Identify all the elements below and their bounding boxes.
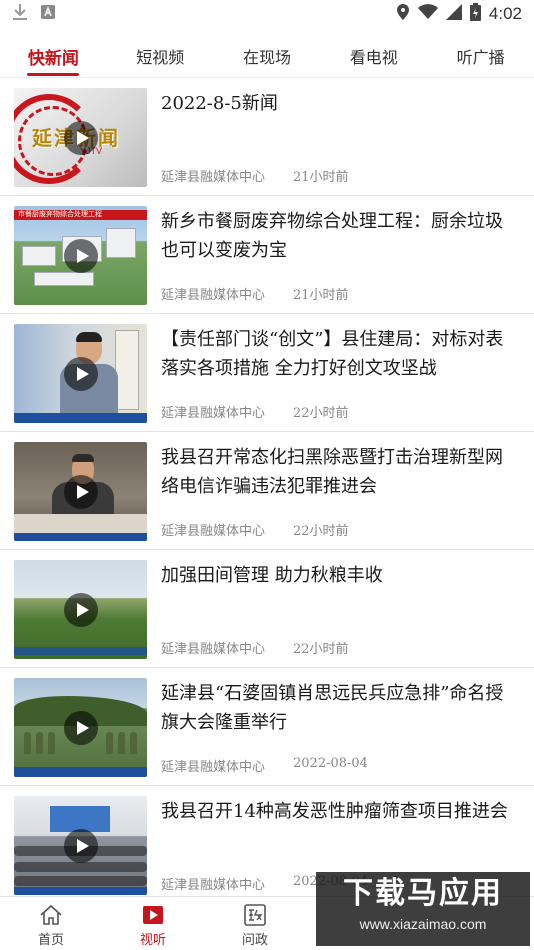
news-item[interactable]: 延津新闻 YJTV 2022-8-5新闻 延津县融媒体中心 21小时前 [0, 78, 534, 196]
clock: 4:02 [488, 4, 522, 23]
news-time: 22小时前 [293, 524, 349, 539]
watermark-url: www.xiazaimao.com [359, 916, 487, 932]
news-time: 22小时前 [293, 642, 349, 657]
nav-home-label: 首页 [37, 933, 64, 948]
tab-ting-guangbo[interactable]: 听广播 [427, 28, 534, 78]
nav-video-label: 视听 [139, 933, 166, 948]
news-thumbnail [14, 796, 147, 895]
signal-icon [445, 3, 462, 25]
news-title[interactable]: 延津县“石婆固镇肖思远民兵应急排”命名授旗大会隆重举行 [161, 678, 520, 748]
news-item[interactable]: 【责任部门谈“创文”】县住建局：对标对表落实各项措施 全力打好创文攻坚战 延津县… [0, 314, 534, 432]
news-title[interactable]: 我县召开常态化扫黑除恶暨打击治理新型网络电信诈骗违法犯罪推进会 [161, 442, 520, 512]
news-source: 延津县融媒体中心 [161, 170, 266, 185]
status-bar: 4:02 [0, 0, 534, 28]
news-thumbnail [14, 324, 147, 423]
play-icon[interactable] [63, 356, 98, 391]
battery-icon [469, 2, 481, 26]
tab-kuai-xinwen[interactable]: 快新闻 [0, 28, 107, 78]
news-title[interactable]: 新乡市餐厨废弃物综合处理工程：厨余垃圾也可以变废为宝 [161, 206, 520, 276]
watermark: 下载马应用 www.xiazaimao.com [316, 872, 530, 946]
news-source: 延津县融媒体中心 [161, 642, 266, 657]
wifi-icon [417, 3, 438, 25]
play-icon[interactable] [63, 592, 98, 627]
news-time: 22小时前 [293, 406, 349, 421]
play-icon[interactable] [63, 120, 98, 155]
nav-video[interactable]: 视听 [102, 897, 204, 950]
news-source: 延津县融媒体中心 [161, 406, 266, 421]
news-source: 延津县融媒体中心 [161, 878, 266, 893]
tab-kan-dianshi[interactable]: 看电视 [320, 28, 427, 78]
news-time: 2022-08-04 [293, 756, 368, 771]
news-item[interactable]: 市餐厨废弃物综合处理工程 新乡市餐厨废弃物综合处理工程：厨余垃圾也可以变废为宝 … [0, 196, 534, 314]
tab-zai-xianchang[interactable]: 在现场 [214, 28, 321, 78]
news-source: 延津县融媒体中心 [161, 288, 266, 303]
news-thumbnail [14, 678, 147, 777]
home-icon [0, 903, 102, 927]
news-time: 21小时前 [293, 288, 349, 303]
thumbnail-banner-text: 市餐厨废弃物综合处理工程 [14, 210, 147, 220]
nav-politics-label: 问政 [241, 933, 268, 948]
news-thumbnail: 市餐厨废弃物综合处理工程 [14, 206, 147, 305]
news-title[interactable]: 【责任部门谈“创文”】县住建局：对标对表落实各项措施 全力打好创文攻坚战 [161, 324, 520, 394]
news-list: 延津新闻 YJTV 2022-8-5新闻 延津县融媒体中心 21小时前 市餐厨废… [0, 78, 534, 896]
app-notification-icon [40, 4, 56, 25]
politics-icon [204, 903, 306, 927]
play-icon[interactable] [63, 828, 98, 863]
news-source: 延津县融媒体中心 [161, 524, 266, 539]
location-icon [396, 3, 410, 26]
news-item[interactable]: 我县召开常态化扫黑除恶暨打击治理新型网络电信诈骗违法犯罪推进会 延津县融媒体中心… [0, 432, 534, 550]
news-item[interactable]: 加强田间管理 助力秋粮丰收 延津县融媒体中心 22小时前 [0, 550, 534, 668]
nav-home[interactable]: 首页 [0, 897, 102, 950]
download-icon [12, 3, 28, 26]
watermark-text: 下载马应用 [343, 876, 503, 911]
news-thumbnail [14, 442, 147, 541]
tab-duan-shipin[interactable]: 短视频 [107, 28, 214, 78]
nav-politics[interactable]: 问政 [204, 897, 306, 950]
news-time: 21小时前 [293, 170, 349, 185]
video-play-icon [102, 903, 204, 927]
news-source: 延津县融媒体中心 [161, 760, 266, 775]
news-thumbnail: 延津新闻 YJTV [14, 88, 147, 187]
category-tabs: 快新闻 短视频 在现场 看电视 听广播 [0, 28, 534, 78]
play-icon[interactable] [63, 474, 98, 509]
news-thumbnail [14, 560, 147, 659]
news-item[interactable]: 延津县“石婆固镇肖思远民兵应急排”命名授旗大会隆重举行 延津县融媒体中心 202… [0, 668, 534, 786]
play-icon[interactable] [63, 710, 98, 745]
news-title[interactable]: 我县召开14种高发恶性肿瘤筛查项目推进会 [161, 796, 520, 866]
play-icon[interactable] [63, 238, 98, 273]
news-title[interactable]: 加强田间管理 助力秋粮丰收 [161, 560, 520, 630]
news-title[interactable]: 2022-8-5新闻 [161, 88, 520, 158]
